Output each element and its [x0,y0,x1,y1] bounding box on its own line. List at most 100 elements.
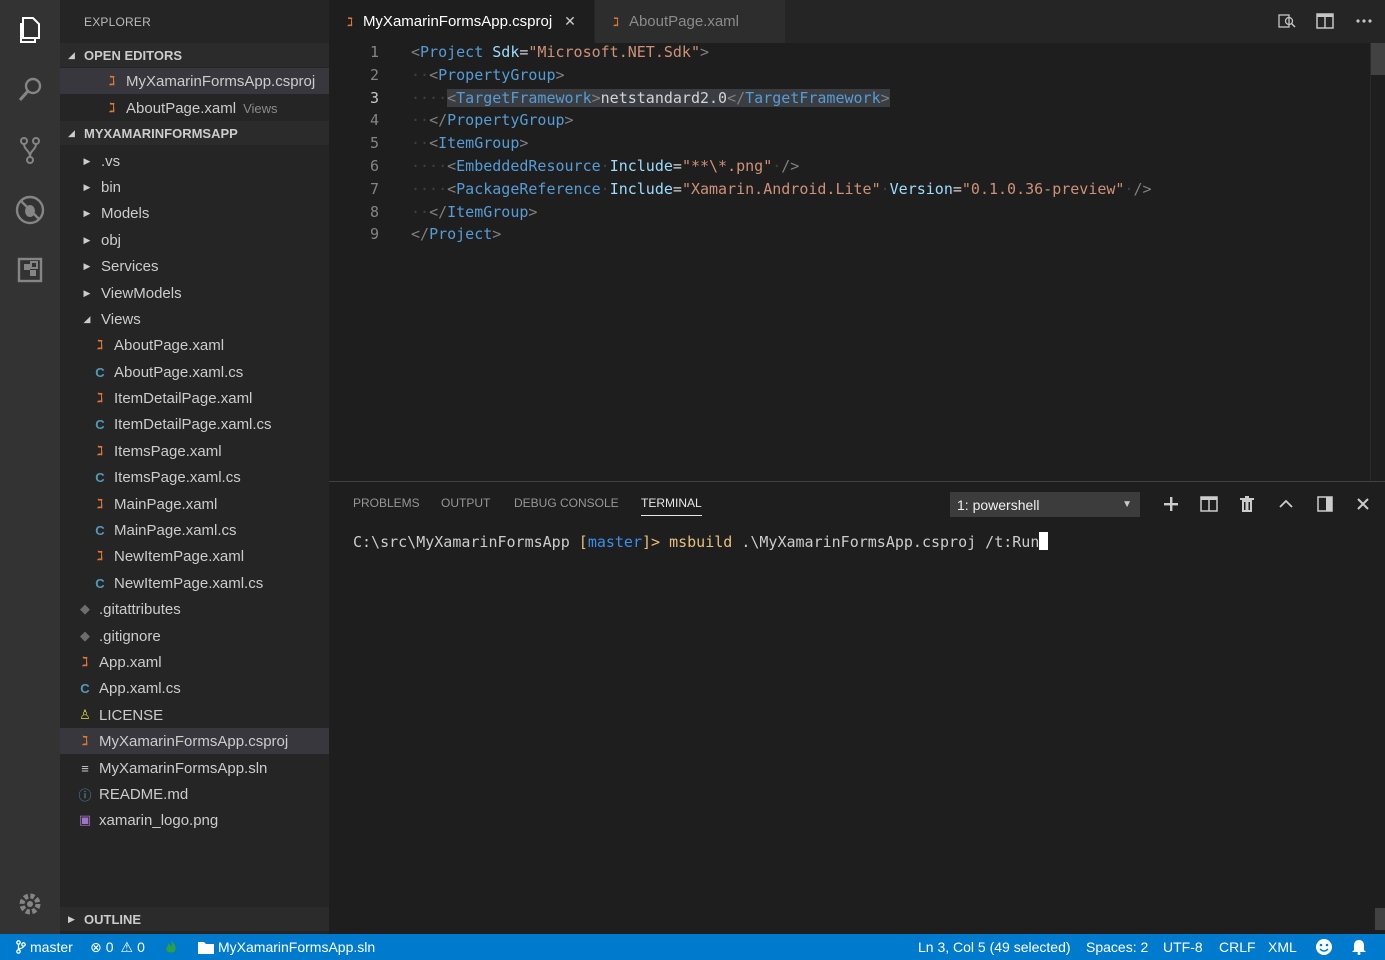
tree-label: README.md [99,785,189,803]
tree-folder[interactable]: ▶ Models [60,200,329,226]
code-line: ··</PropertyGroup> [411,111,574,129]
open-editors-label: OPEN EDITORS [84,47,183,63]
tree-label: xamarin_logo.png [99,811,219,829]
branch-indicator[interactable]: master [16,934,73,960]
tree-file[interactable]: ℷ MainPage.xaml [60,491,329,517]
tab-terminal[interactable]: TERMINAL [641,496,702,516]
encoding[interactable]: UTF-8 [1163,934,1203,960]
tree-file[interactable]: ♙ LICENSE [60,702,329,728]
chevron-right-icon: ▶ [83,181,91,192]
tree-file[interactable]: C AboutPage.xaml.cs [60,359,329,385]
source-control-icon[interactable] [0,126,60,174]
outline-header[interactable]: ▶ OUTLINE [60,907,329,931]
explorer-icon[interactable] [0,6,60,54]
open-preview-icon[interactable] [1276,10,1298,32]
tree-file[interactable]: ℷ App.xaml [60,649,329,675]
tree-folder[interactable]: ◢ Views [60,306,329,332]
open-editor-item[interactable]: ℷ MyXamarinFormsApp.csproj [60,68,329,94]
tab-debug-console[interactable]: DEBUG CONSOLE [514,496,619,516]
line-number: 2 [369,66,379,84]
terminal-args: .\MyXamarinFormsApp.csproj /t:Run [732,533,1040,551]
tree-label: NewItemPage.xaml.cs [114,574,264,592]
tree-file[interactable]: ℷ ItemDetailPage.xaml [60,385,329,411]
open-editors-header[interactable]: ◢ OPEN EDITORS [60,43,329,67]
tree-file[interactable]: ≡ MyXamarinFormsApp.sln [60,755,329,781]
close-panel-icon[interactable] [1352,493,1374,515]
tree-folder[interactable]: ▶ Services [60,253,329,279]
language-mode[interactable]: XML [1268,934,1297,960]
tree-file[interactable]: ℷ ItemsPage.xaml [60,438,329,464]
line-number: 6 [369,157,379,175]
tree-file[interactable]: ⓘ README.md [60,781,329,807]
notifications-bell-icon[interactable] [1351,934,1367,960]
terminal-output[interactable]: C:\src\MyXamarinFormsApp [master]> msbui… [353,532,1049,551]
tree-file[interactable]: ℷ NewItemPage.xaml [60,543,329,569]
flame-icon[interactable] [165,934,177,960]
rss-icon: ℷ [108,73,116,88]
activity-bar [0,0,60,934]
tree-folder[interactable]: ▶ .vs [60,148,329,174]
line-number: 7 [369,180,379,198]
split-terminal-icon[interactable] [1198,493,1220,515]
tree-file[interactable]: ◆ .gitignore [60,623,329,649]
indentation[interactable]: Spaces: 2 [1086,934,1148,960]
tree-file[interactable]: C ItemDetailPage.xaml.cs [60,411,329,437]
branch-label: master [30,939,73,955]
tree-label: MyXamarinFormsApp.csproj [99,732,289,750]
tree-file[interactable]: C MainPage.xaml.cs [60,517,329,543]
tree-file[interactable]: ℷ AboutPage.xaml [60,332,329,358]
tab-aboutpage[interactable]: ℷ AboutPage.xaml [595,0,785,43]
new-terminal-icon[interactable] [1160,493,1182,515]
search-icon[interactable] [0,66,60,114]
chevron-down-icon: ◢ [68,49,75,60]
more-actions-icon[interactable] [1353,10,1375,32]
rss-icon: ℷ [96,443,104,458]
terminal-select[interactable]: 1: powershell ▼ [950,492,1140,517]
maximize-panel-icon[interactable] [1314,493,1336,515]
rss-icon: ℷ [81,654,89,669]
tree-label: AboutPage.xaml [114,336,225,354]
cursor-position[interactable]: Ln 3, Col 5 (49 selected) [918,934,1071,960]
open-editor-item[interactable]: ℷ AboutPage.xaml Views [60,95,329,121]
close-icon[interactable]: ✕ [564,13,576,30]
end-of-line[interactable]: CRLF [1219,934,1256,960]
csharp-icon: C [95,522,105,538]
code-line: ····<PackageReference·Include="Xamarin.A… [411,180,1152,198]
tree-file[interactable]: ▣ xamarin_logo.png [60,807,329,833]
rss-icon: ℷ [96,548,104,563]
tree-file[interactable]: C NewItemPage.xaml.cs [60,570,329,596]
tree-label: ItemsPage.xaml.cs [114,468,241,486]
solution-indicator[interactable]: MyXamarinFormsApp.sln [198,934,375,960]
tree-folder[interactable]: ▶ obj [60,227,329,253]
tree-file[interactable]: C App.xaml.cs [60,675,329,701]
chevron-up-icon[interactable] [1275,493,1297,515]
debug-icon[interactable] [0,186,60,234]
split-editor-icon[interactable] [1314,10,1336,32]
code-editor[interactable]: 1 2 3 4 5 6 7 8 9 <Project Sdk="Microsof… [329,43,1385,481]
code-line: ····<EmbeddedResource·Include="**\*.png"… [411,157,800,175]
editor-scrollbar[interactable] [1371,43,1385,75]
open-editor-label: AboutPage.xaml [126,99,237,117]
csharp-icon: C [95,469,105,485]
tab-output[interactable]: OUTPUT [441,496,490,516]
tab-csproj[interactable]: ℷ MyXamarinFormsApp.csproj ✕ [329,0,594,43]
tree-folder[interactable]: ▶ bin [60,174,329,200]
tab-label: AboutPage.xaml [628,13,740,30]
problems-indicator[interactable]: ⊗ 0 ⚠ 0 [90,934,145,960]
trash-icon[interactable] [1236,493,1258,515]
project-header[interactable]: ◢ MYXAMARINFORMSAPP [60,121,329,145]
tree-file[interactable]: C ItemsPage.xaml.cs [60,464,329,490]
tree-folder[interactable]: ▶ ViewModels [60,280,329,306]
settings-gear-icon[interactable] [0,880,60,928]
tree-file[interactable]: ℷ MyXamarinFormsApp.csproj [60,728,329,754]
code-line: ··<PropertyGroup> [411,66,565,84]
tree-file[interactable]: ◆ .gitattributes [60,596,329,622]
project-label: MYXAMARINFORMSAPP [84,125,238,141]
panel-scrollbar[interactable] [1375,908,1385,930]
tree-label: MainPage.xaml.cs [114,521,237,539]
tree-label: ItemDetailPage.xaml.cs [114,415,272,433]
feedback-smiley-icon[interactable] [1315,934,1333,960]
extensions-icon[interactable] [0,246,60,294]
tab-problems[interactable]: PROBLEMS [353,496,420,516]
csharp-icon: C [95,364,105,380]
